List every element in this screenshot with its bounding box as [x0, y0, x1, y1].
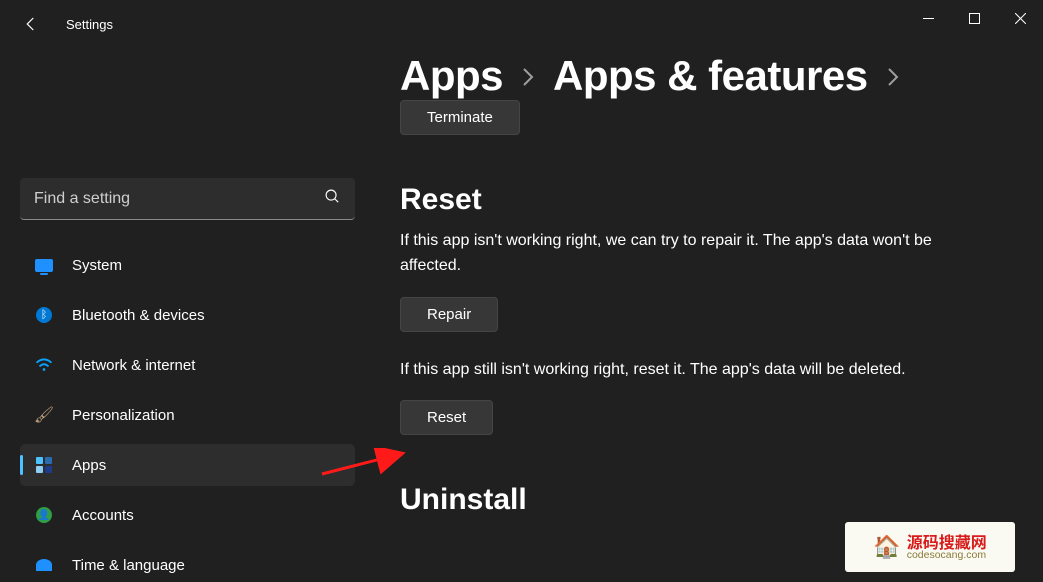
- sidebar-item-apps[interactable]: Apps: [20, 444, 355, 486]
- minimize-button[interactable]: [905, 0, 951, 36]
- watermark: 🏠 源码搜藏网 codesocang.com: [845, 522, 1015, 572]
- maximize-button[interactable]: [951, 0, 997, 36]
- sidebar-item-label: Apps: [72, 457, 106, 474]
- sidebar-item-network[interactable]: Network & internet: [20, 344, 355, 386]
- uninstall-heading: Uninstall: [400, 483, 1030, 517]
- content-area: Apps Apps & features Terminate Reset If …: [400, 52, 1030, 582]
- apps-icon: [34, 455, 54, 475]
- back-button[interactable]: [14, 7, 48, 41]
- search-icon: [324, 188, 341, 210]
- breadcrumb-item-apps-features[interactable]: Apps & features: [553, 52, 868, 100]
- titlebar: Settings: [0, 0, 1043, 48]
- sidebar-item-label: System: [72, 257, 122, 274]
- sidebar-item-label: Accounts: [72, 507, 134, 524]
- sidebar-item-label: Personalization: [72, 407, 175, 424]
- sidebar-item-time[interactable]: Time & language: [20, 544, 355, 582]
- watermark-url: codesocang.com: [907, 550, 987, 561]
- window-controls: [905, 0, 1043, 36]
- watermark-title: 源码搜藏网: [907, 533, 987, 550]
- accounts-icon: 👤: [34, 505, 54, 525]
- chevron-right-icon: [886, 66, 900, 94]
- search-input[interactable]: [34, 190, 294, 208]
- reset-heading: Reset: [400, 183, 1030, 217]
- app-title: Settings: [66, 17, 113, 32]
- close-button[interactable]: [997, 0, 1043, 36]
- sidebar: System ᛒ Bluetooth & devices Network & i…: [0, 60, 360, 582]
- chevron-right-icon: [521, 66, 535, 94]
- watermark-logo-icon: 🏠: [873, 534, 900, 560]
- sidebar-item-label: Time & language: [72, 557, 185, 574]
- sidebar-item-bluetooth[interactable]: ᛒ Bluetooth & devices: [20, 294, 355, 336]
- repair-description: If this app isn't working right, we can …: [400, 229, 960, 279]
- sidebar-item-label: Network & internet: [72, 357, 195, 374]
- wifi-icon: [34, 355, 54, 375]
- reset-description: If this app still isn't working right, r…: [400, 358, 960, 383]
- sidebar-item-system[interactable]: System: [20, 244, 355, 286]
- search-box[interactable]: [20, 178, 355, 220]
- monitor-icon: [34, 255, 54, 275]
- breadcrumb-item-apps[interactable]: Apps: [400, 52, 503, 100]
- sidebar-item-label: Bluetooth & devices: [72, 307, 205, 324]
- brush-icon: 🖌: [34, 405, 54, 425]
- globe-icon: [34, 555, 54, 575]
- sidebar-item-personalization[interactable]: 🖌 Personalization: [20, 394, 355, 436]
- breadcrumb: Apps Apps & features: [400, 52, 1030, 100]
- repair-button[interactable]: Repair: [400, 297, 498, 332]
- sidebar-item-accounts[interactable]: 👤 Accounts: [20, 494, 355, 536]
- scroll-area[interactable]: Terminate Reset If this app isn't workin…: [400, 100, 1030, 517]
- bluetooth-icon: ᛒ: [34, 305, 54, 325]
- nav-list: System ᛒ Bluetooth & devices Network & i…: [20, 244, 355, 582]
- reset-button[interactable]: Reset: [400, 400, 493, 435]
- terminate-button[interactable]: Terminate: [400, 100, 520, 135]
